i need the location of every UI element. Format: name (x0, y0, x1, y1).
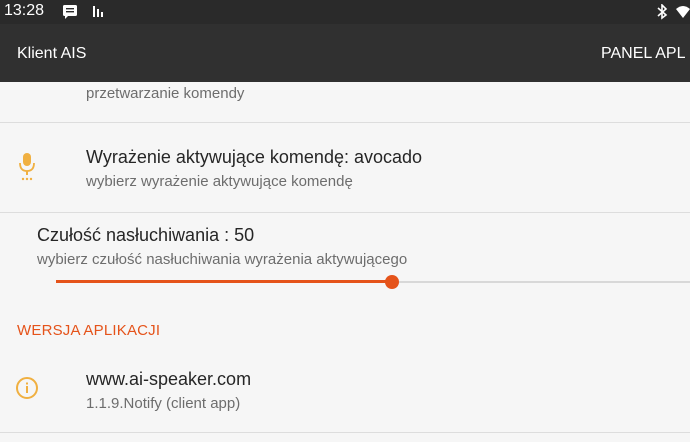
signal-icon (92, 4, 104, 23)
panel-app-button[interactable]: PANEL APL (601, 45, 686, 63)
settings-list[interactable]: przetwarzanie komendy Wyrażenie aktywują… (0, 82, 690, 442)
divider (0, 122, 690, 123)
info-icon (15, 376, 39, 405)
version-title: www.ai-speaker.com (86, 369, 252, 389)
divider (0, 432, 690, 433)
version-section-header: WERSJA APLIKACJI (17, 322, 161, 339)
sensitivity-title: Czułość nasłuchiwania : 50 (37, 225, 255, 245)
message-icon (62, 4, 78, 24)
app-title: Klient AIS (17, 45, 87, 62)
hotword-summary: wybierz wyrażenie aktywujące komendę (86, 173, 353, 190)
microphone-icon (18, 152, 36, 187)
status-bar: 13:28 (0, 0, 690, 24)
bluetooth-icon (656, 3, 668, 25)
slider-thumb[interactable] (385, 275, 399, 289)
version-summary: 1.1.9.Notify (client app) (86, 395, 241, 412)
hotword-title: Wyrażenie aktywujące komendę: avocado (86, 147, 423, 167)
sensitivity-slider[interactable] (56, 275, 690, 289)
app-bar: Klient AIS PANEL APL (0, 24, 690, 82)
slider-fill (56, 280, 392, 283)
wifi-icon (676, 4, 690, 25)
sensitivity-summary: wybierz czułość nasłuchiwania wyrażenia … (37, 251, 408, 268)
divider (0, 212, 690, 213)
status-time: 13:28 (4, 2, 45, 19)
command-processing-summary: przetwarzanie komendy (86, 85, 245, 102)
